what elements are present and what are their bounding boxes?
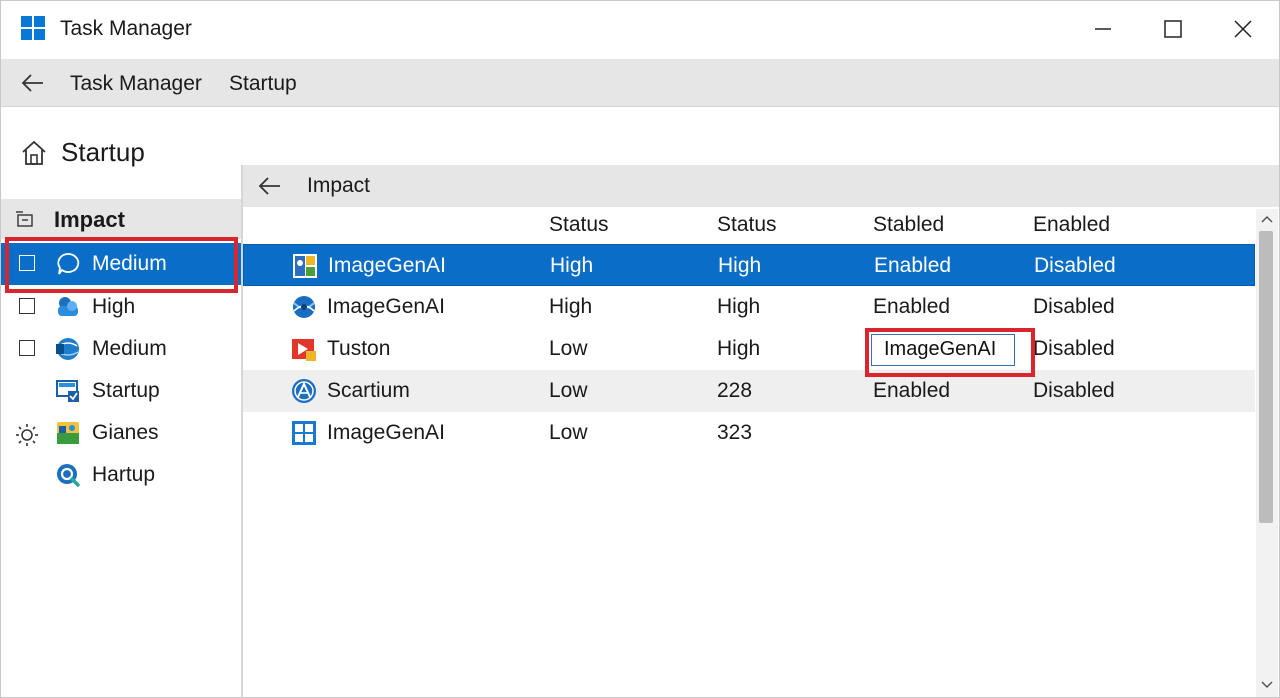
sidebar-item-label: Medium xyxy=(92,337,167,360)
row-enabled: Disabled xyxy=(1034,254,1116,277)
play-app-icon xyxy=(292,339,316,361)
row-enabled: Disabled xyxy=(1033,379,1115,402)
windows-logo-icon xyxy=(21,16,45,40)
column-header-status[interactable]: Status xyxy=(549,213,609,237)
column-header-enabled[interactable]: Enabled xyxy=(1033,213,1110,237)
sidebar-item-label: High xyxy=(92,295,136,318)
row-status-2: High xyxy=(718,254,762,277)
chevron-down-icon xyxy=(1261,681,1273,689)
arrow-left-icon xyxy=(21,74,43,92)
row-stabled: Enabled xyxy=(873,379,951,402)
checkbox[interactable] xyxy=(19,340,35,356)
window-title: Task Manager xyxy=(60,17,192,40)
breadcrumb-task-manager[interactable]: Task Manager xyxy=(70,72,202,96)
row-stabled: Enabled xyxy=(873,295,951,318)
row-name: ImageGenAI xyxy=(328,254,446,277)
scroll-up-button[interactable] xyxy=(1259,211,1275,227)
row-status: Low xyxy=(549,421,588,444)
monitor-check-icon xyxy=(56,380,79,402)
sidebar-item-hartup[interactable]: Hartup xyxy=(1,454,241,496)
table-row[interactable]: ImageGenAI High High Enabled Disabled xyxy=(243,286,1255,328)
back-button[interactable] xyxy=(19,71,47,95)
row-name: ImageGenAI xyxy=(327,295,445,318)
chevron-up-icon xyxy=(1261,215,1273,223)
table-row[interactable]: ImageGenAI High High Enabled Disabled xyxy=(243,244,1255,286)
title-bar: Task Manager xyxy=(1,1,1279,59)
sidebar-item-label: Gianes xyxy=(92,421,159,444)
globe-app-icon xyxy=(56,338,79,360)
close-icon xyxy=(1234,20,1252,38)
pane-title: Impact xyxy=(307,174,371,197)
row-status-2: High xyxy=(717,337,761,360)
column-header-status-2[interactable]: Status xyxy=(717,213,777,237)
row-enabled: Disabled xyxy=(1033,295,1115,318)
gear-icon xyxy=(16,424,38,446)
sidebar-item-gianes[interactable]: Gianes xyxy=(1,412,241,454)
globe-blue-icon xyxy=(293,296,315,318)
rename-input[interactable]: ImageGenAI xyxy=(871,334,1015,366)
row-status: Low xyxy=(549,337,588,360)
photos-app-icon xyxy=(57,422,79,444)
scrollbar-thumb[interactable] xyxy=(1259,231,1273,523)
minimize-icon xyxy=(1095,28,1111,30)
pane-back-button[interactable] xyxy=(257,174,283,198)
sidebar-item-label: Startup xyxy=(92,379,160,402)
cloud-app-icon xyxy=(58,297,78,316)
column-header-stabled[interactable]: Stabled xyxy=(873,213,944,237)
imagegen-app-icon xyxy=(293,254,317,278)
breadcrumb: Task Manager Startup xyxy=(1,59,1279,107)
sidebar-item-medium-2[interactable]: Medium xyxy=(1,328,241,370)
sidebar-item-label: Hartup xyxy=(92,463,156,486)
windows-logo-icon xyxy=(292,421,316,445)
row-status: Low xyxy=(549,379,588,402)
impact-icon xyxy=(16,211,33,227)
sidebar-item-startup[interactable]: Startup xyxy=(1,370,241,412)
nav-section-label: Impact xyxy=(54,207,125,232)
search-app-icon xyxy=(57,464,81,488)
row-name: ImageGenAI xyxy=(327,421,445,444)
row-status: High xyxy=(550,254,594,277)
scartium-app-icon xyxy=(292,379,316,403)
table-row[interactable]: Tuston Low High Disabled xyxy=(243,328,1255,370)
arrow-left-icon xyxy=(258,177,280,195)
minimize-button[interactable] xyxy=(1067,1,1139,57)
row-enabled: Disabled xyxy=(1033,337,1115,360)
breadcrumb-startup[interactable]: Startup xyxy=(229,72,297,96)
scroll-down-button[interactable] xyxy=(1259,677,1275,693)
row-name: Tuston xyxy=(327,337,391,360)
nav-heading: Startup xyxy=(61,137,145,167)
row-name: Scartium xyxy=(327,379,410,402)
nav-section-impact[interactable]: Impact xyxy=(1,199,241,239)
pane-header: Impact xyxy=(243,165,1279,207)
task-manager-window: Task Manager Task Manager Startup Startu… xyxy=(0,0,1280,698)
row-status-2: 323 xyxy=(717,421,753,444)
checkbox[interactable] xyxy=(19,298,35,314)
row-stabled: Enabled xyxy=(874,254,952,277)
maximize-button[interactable] xyxy=(1137,1,1209,57)
table-row[interactable]: ImageGenAI Low 323 xyxy=(243,412,1255,454)
row-status-2: 228 xyxy=(717,379,753,402)
table-row[interactable]: Scartium Low 228 Enabled Disabled xyxy=(243,370,1255,412)
row-status-2: High xyxy=(717,295,761,318)
home-icon xyxy=(22,140,46,165)
row-status: High xyxy=(549,295,593,318)
maximize-icon xyxy=(1164,20,1182,38)
close-button[interactable] xyxy=(1207,1,1279,57)
highlight-box-nav xyxy=(5,237,238,293)
